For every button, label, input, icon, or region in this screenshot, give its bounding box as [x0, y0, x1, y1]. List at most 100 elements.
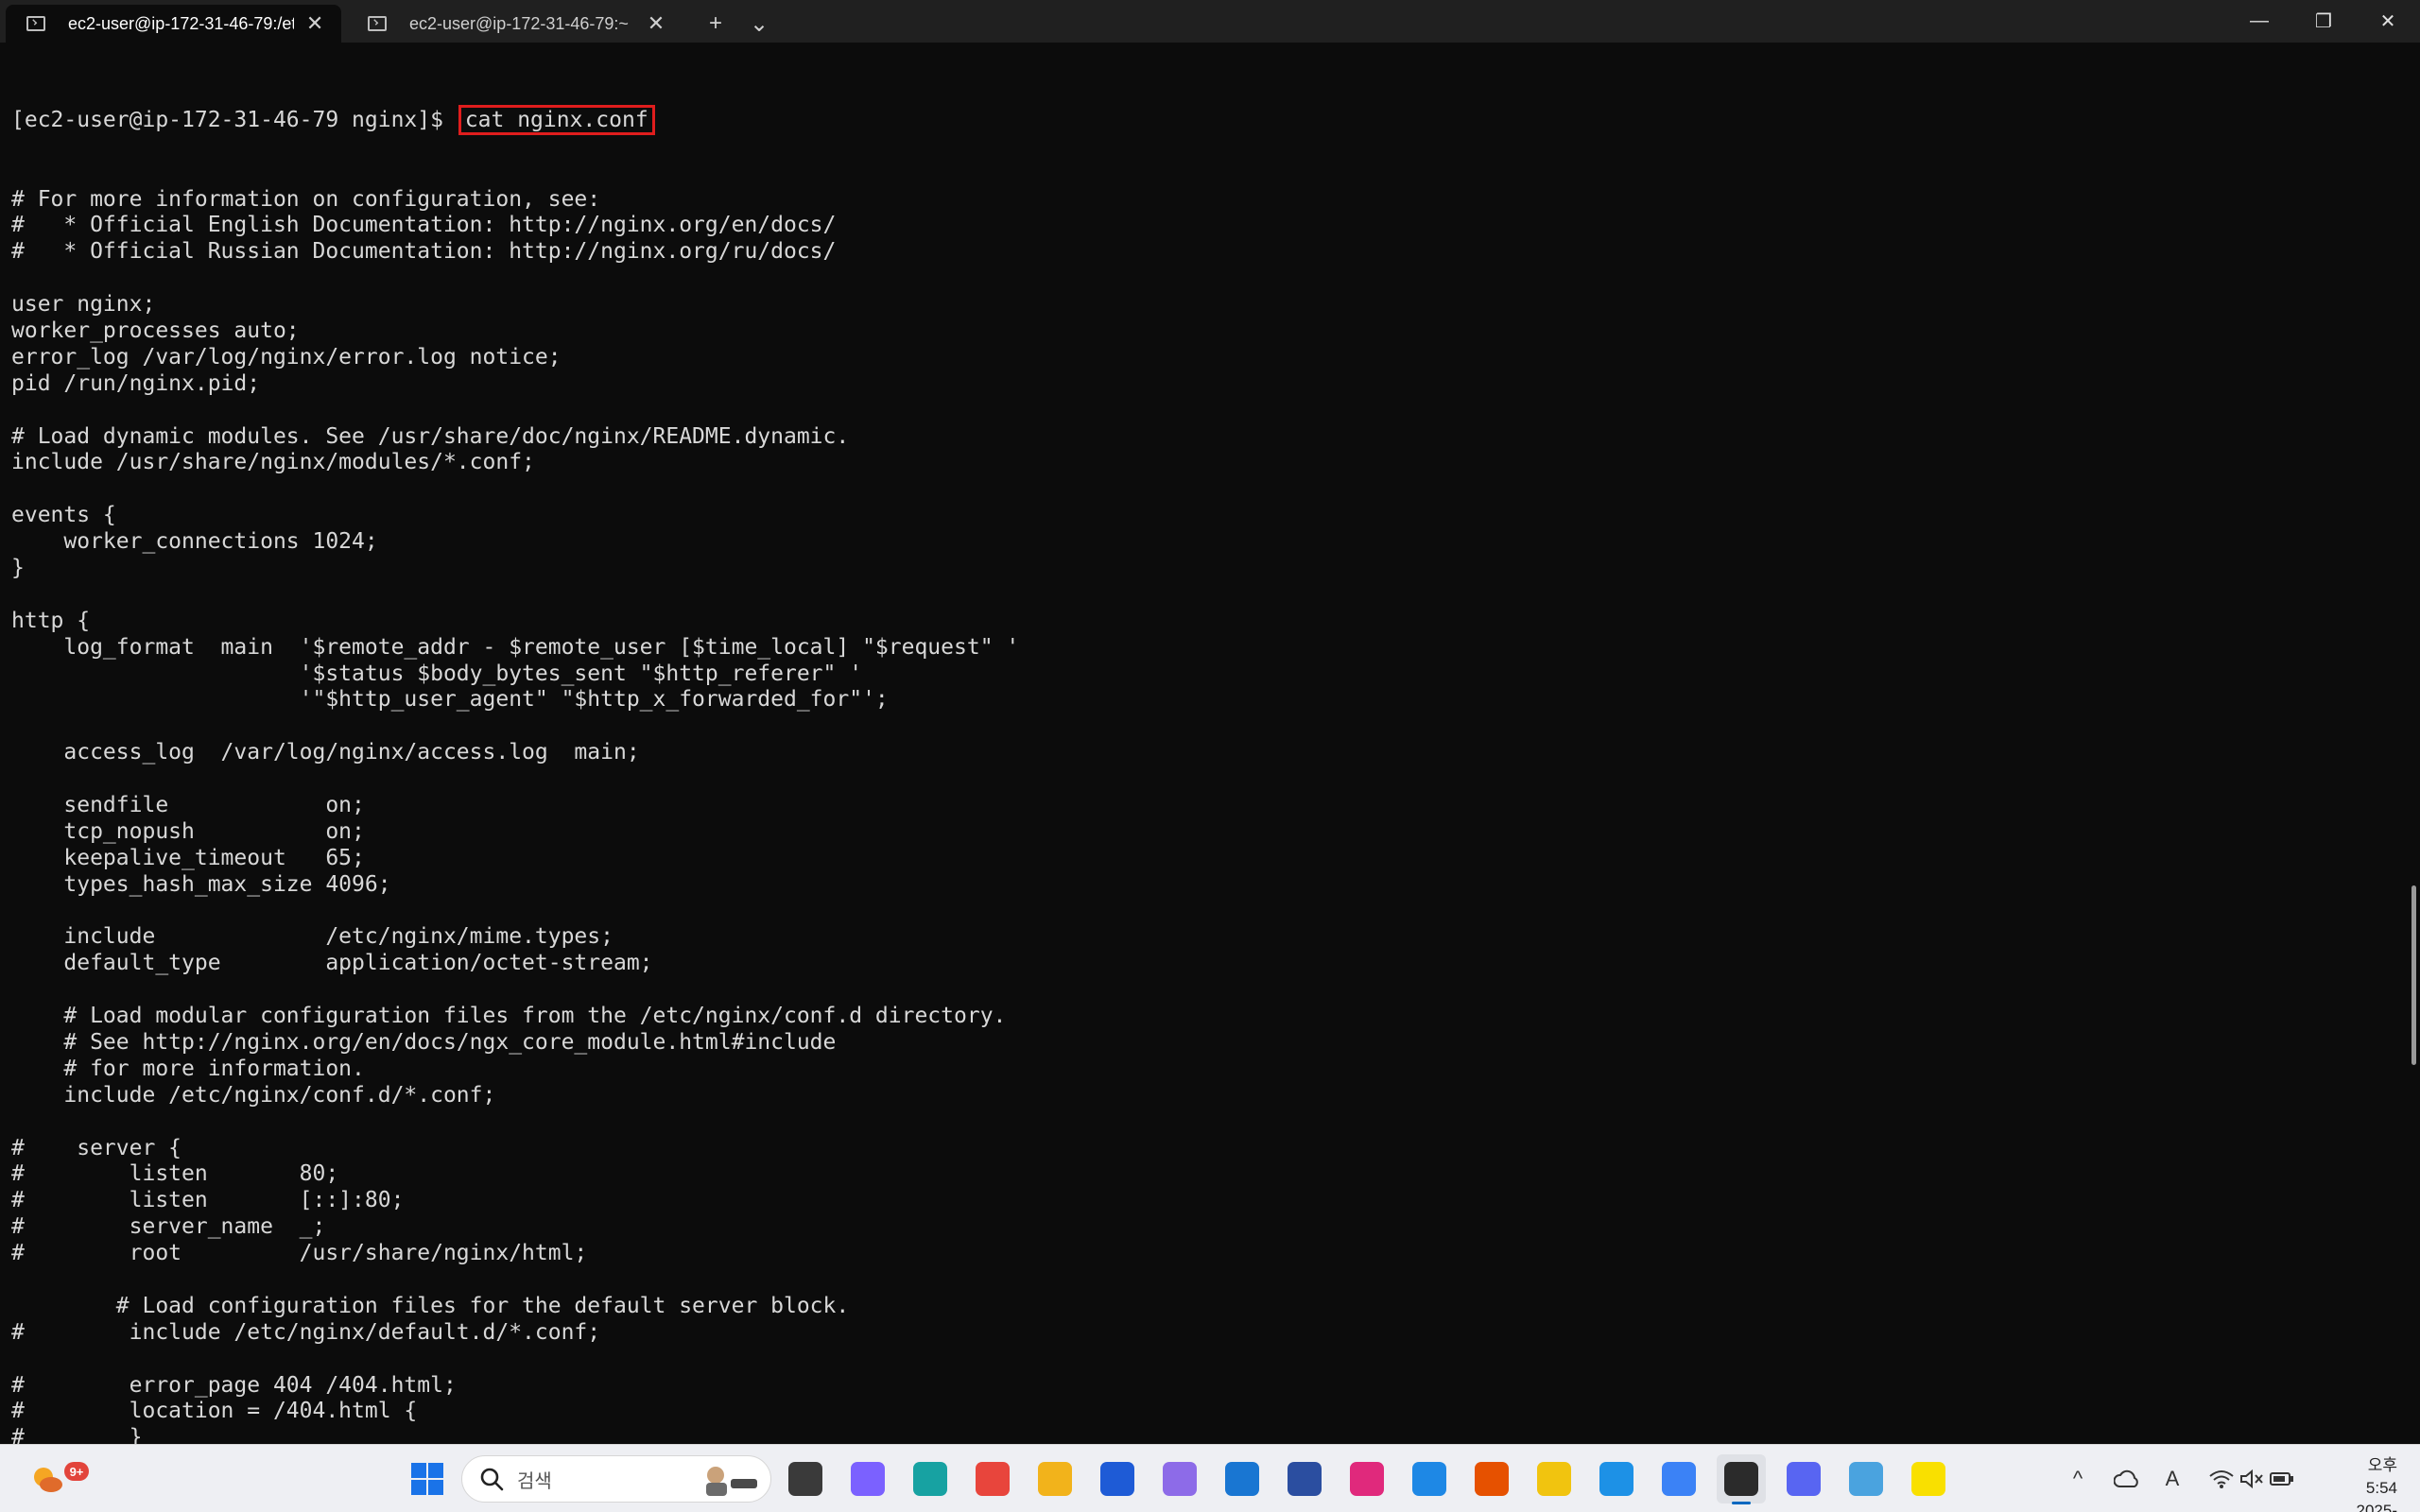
- terminal-line: # error_page 404 /404.html;: [11, 1372, 457, 1398]
- tab-title: ec2-user@ip-172-31-46-79:/et: [68, 13, 295, 33]
- tab-close-icon[interactable]: ✕: [302, 10, 328, 37]
- terminal-scrollbar[interactable]: [2411, 885, 2416, 1065]
- terminal-line: default_type application/octet-stream;: [11, 951, 653, 976]
- vscode-icon: [1412, 1462, 1446, 1496]
- terminal-line: # * Official English Documentation: http…: [11, 213, 837, 238]
- weather-widget[interactable]: 9+: [23, 1454, 89, 1503]
- clock[interactable]: 오후 5:54 2025-03-07: [2357, 1454, 2397, 1512]
- terminal-line: # location = /404.html {: [11, 1399, 418, 1424]
- search-box[interactable]: 검색: [461, 1455, 771, 1503]
- highlighted-command: cat nginx.conf: [458, 104, 655, 135]
- terminal-line: include /etc/nginx/mime.types;: [11, 924, 614, 950]
- tab-active-terminal[interactable]: ec2-user@ip-172-31-46-79:/et ✕: [6, 5, 341, 43]
- close-window-button[interactable]: ✕: [2356, 0, 2420, 43]
- terminal-line: # listen 80;: [11, 1161, 339, 1187]
- terminal-output: [ec2-user@ip-172-31-46-79 nginx]$ cat ng…: [11, 55, 1019, 1444]
- taskbar-app[interactable]: [1030, 1454, 1080, 1503]
- terminal-line: types_hash_max_size 4096;: [11, 871, 391, 897]
- taskbar-app[interactable]: [1717, 1454, 1766, 1504]
- taskbar-app[interactable]: [1904, 1454, 1953, 1503]
- taskbar-app[interactable]: [781, 1454, 830, 1503]
- minimize-button[interactable]: —: [2227, 0, 2291, 43]
- ime-indicator[interactable]: A: [2159, 1466, 2186, 1492]
- taskbar: 9+ 검색 ^ A 오후 5:54 2025-03-07: [0, 1444, 2420, 1512]
- tab-title: ec2-user@ip-172-31-46-79:~: [409, 13, 629, 33]
- taskbar-app[interactable]: [968, 1454, 1017, 1503]
- taskbar-app[interactable]: [1779, 1454, 1828, 1503]
- tray-overflow-icon[interactable]: ^: [2065, 1466, 2091, 1492]
- terminal-line: # Load configuration files for the defau…: [11, 1293, 850, 1318]
- terminal-line: access_log /var/log/nginx/access.log mai…: [11, 740, 640, 765]
- terminal-line: keepalive_timeout 65;: [11, 845, 365, 870]
- taskbar-app[interactable]: [906, 1454, 955, 1503]
- terminal-line: worker_connections 1024;: [11, 529, 378, 555]
- terminal-line: # * Official Russian Documentation: http…: [11, 239, 837, 265]
- task-view-icon: [788, 1462, 822, 1496]
- taskbar-app[interactable]: [1093, 1454, 1142, 1503]
- terminal-line: tcp_nopush on;: [11, 818, 365, 844]
- maximize-button[interactable]: ❐: [2291, 0, 2356, 43]
- taskbar-app[interactable]: [1342, 1454, 1392, 1503]
- terminal-line: log_format main '$remote_addr - $remote_…: [11, 634, 1020, 660]
- terminal-line: # for more information.: [11, 1056, 365, 1081]
- chrome-icon: [976, 1462, 1010, 1496]
- tab-terminal-2[interactable]: ec2-user@ip-172-31-46-79:~ ✕: [347, 5, 683, 43]
- terminal-line: '"$http_user_agent" "$http_x_forwarded_f…: [11, 687, 889, 713]
- notification-badge: 9+: [64, 1462, 89, 1481]
- terminal-tab-icon: [26, 16, 45, 31]
- wifi-icon[interactable]: [2208, 1466, 2235, 1492]
- active-app-indicator: [1732, 1502, 1751, 1504]
- taskbar-app[interactable]: [1654, 1454, 1703, 1503]
- terminal-line: sendfile on;: [11, 793, 365, 817]
- taskbar-app[interactable]: [1218, 1454, 1267, 1503]
- clock-date: 2025-03-07: [2356, 1502, 2397, 1512]
- media-icon: [1225, 1462, 1259, 1496]
- sticky-notes-icon: [1537, 1462, 1571, 1496]
- taskbar-app[interactable]: [1841, 1454, 1891, 1503]
- taskbar-app[interactable]: [403, 1454, 452, 1503]
- tab-dropdown-button[interactable]: ⌄: [737, 5, 781, 43]
- shell-prompt: [ec2-user@ip-172-31-46-79 nginx]$: [11, 107, 457, 132]
- taskbar-app[interactable]: [843, 1454, 892, 1503]
- terminal-line: # Load modular configuration files from …: [11, 1004, 1007, 1029]
- terminal-icon: [1724, 1462, 1758, 1496]
- terminal-line: # listen [::]:80;: [11, 1188, 405, 1213]
- terminal-line: # include /etc/nginx/default.d/*.conf;: [11, 1319, 601, 1345]
- terminal-line: # server_name _;: [11, 1214, 326, 1240]
- terminal-line: # For more information on configuration,…: [11, 186, 601, 212]
- jetbrains-icon: [1350, 1462, 1384, 1496]
- terminal-line: include /etc/nginx/conf.d/*.conf;: [11, 1082, 496, 1108]
- terminal-line: http {: [11, 608, 91, 633]
- window-controls: — ❐ ✕: [2227, 0, 2420, 43]
- onedrive-icon[interactable]: [2114, 1466, 2140, 1492]
- new-tab-button[interactable]: +: [694, 5, 737, 43]
- taskbar-app[interactable]: [1592, 1454, 1641, 1503]
- taskbar-app[interactable]: [1155, 1454, 1204, 1503]
- taskbar-app[interactable]: [1280, 1454, 1329, 1503]
- tab-close-icon[interactable]: ✕: [643, 10, 669, 37]
- taskbar-app[interactable]: [1405, 1454, 1454, 1503]
- battery-icon[interactable]: [2269, 1466, 2295, 1492]
- search-highlight-image: [706, 1467, 757, 1496]
- terminal-line: }: [11, 555, 25, 580]
- taskbar-app[interactable]: [1530, 1454, 1579, 1503]
- prompt-line: [ec2-user@ip-172-31-46-79 nginx]$ cat ng…: [11, 104, 1019, 135]
- volume-muted-icon[interactable]: [2238, 1466, 2265, 1492]
- terminal-line: pid /run/nginx.pid;: [11, 370, 261, 396]
- remote-desktop-icon: [1288, 1462, 1322, 1496]
- docker-icon: [1599, 1462, 1634, 1496]
- color-app-icon: [1475, 1462, 1509, 1496]
- search-icon: [480, 1468, 504, 1491]
- terminal-pane[interactable]: [ec2-user@ip-172-31-46-79 nginx]$ cat ng…: [0, 43, 2420, 1444]
- discord-icon: [1787, 1462, 1821, 1496]
- terminal-line: error_log /var/log/nginx/error.log notic…: [11, 344, 562, 369]
- taskbar-app[interactable]: [1467, 1454, 1516, 1503]
